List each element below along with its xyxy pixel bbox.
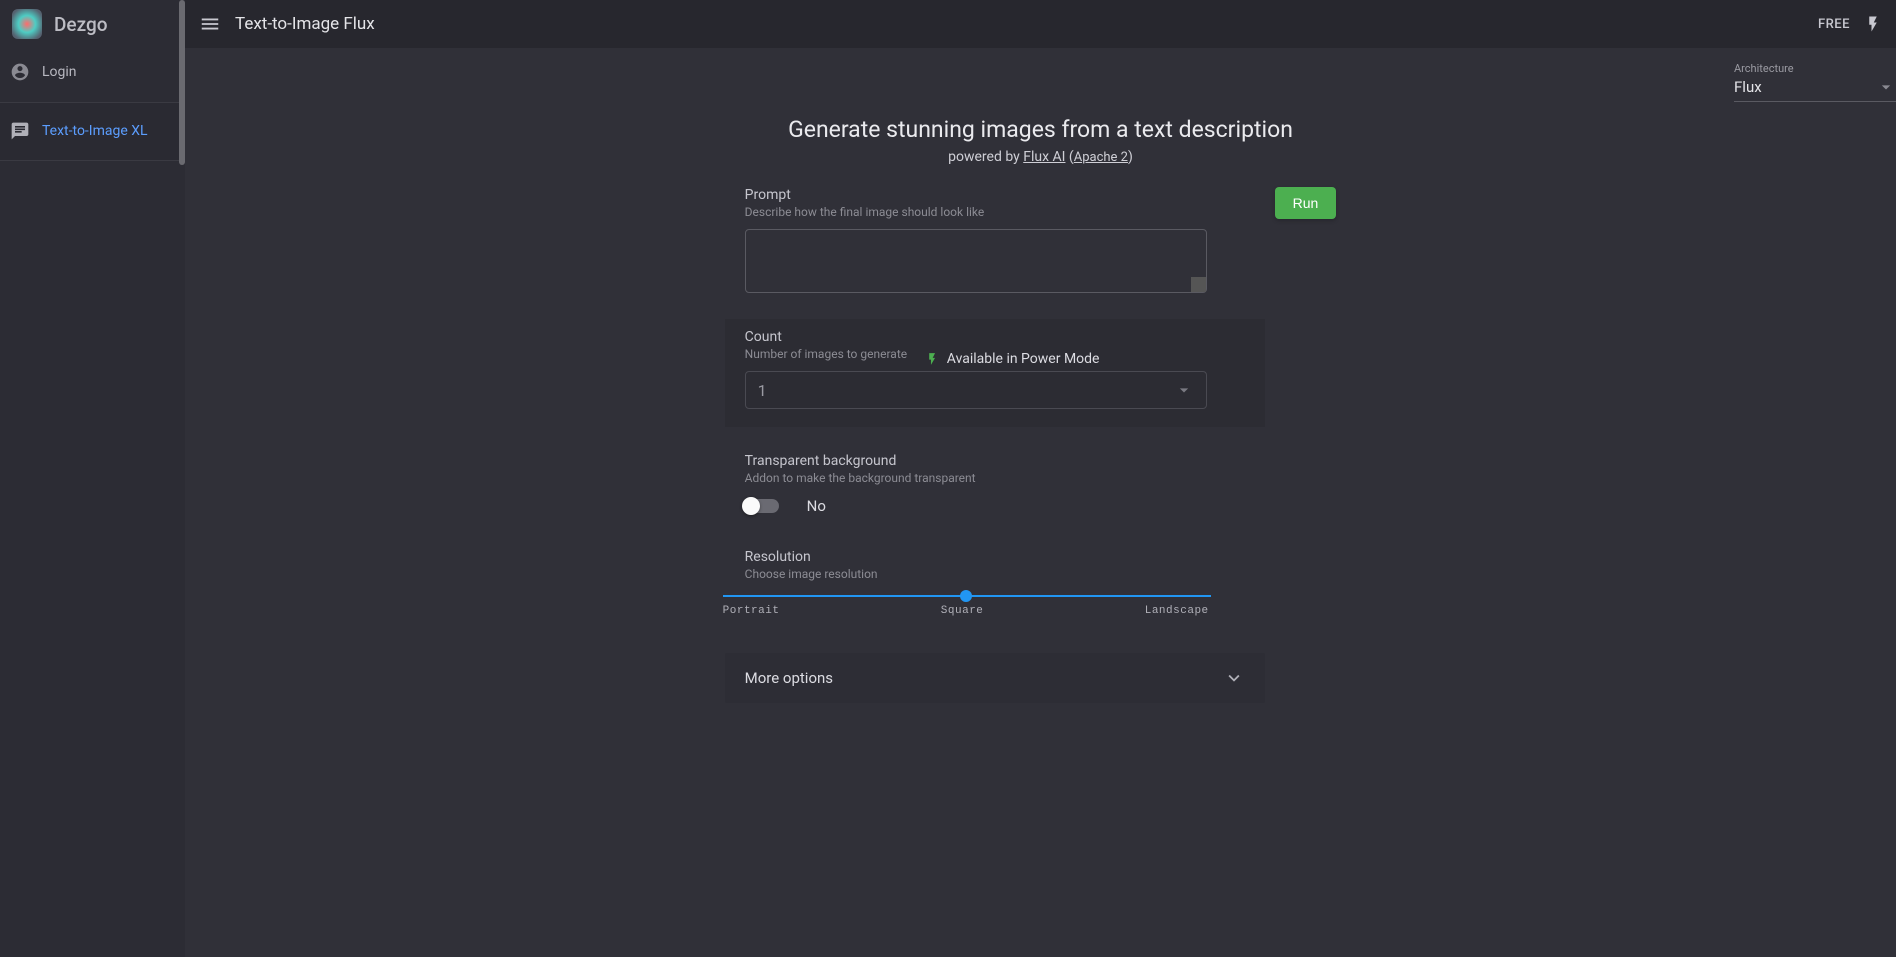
resolution-help: Choose image resolution <box>745 567 1245 581</box>
architecture-value: Flux <box>1734 78 1762 96</box>
slider-thumb[interactable] <box>960 590 972 602</box>
free-badge: FREE <box>1818 17 1850 32</box>
transparent-toggle[interactable] <box>745 499 779 513</box>
form-column: Prompt Describe how the final image shou… <box>745 187 1245 703</box>
run-button[interactable]: Run <box>1275 187 1337 219</box>
topbar: Text-to-Image Flux FREE <box>185 0 1896 48</box>
login-label: Login <box>42 64 77 80</box>
transparent-label: Transparent background <box>745 453 1245 469</box>
chevron-down-icon <box>1223 667 1245 689</box>
hero-title: Generate stunning images from a text des… <box>205 116 1876 143</box>
login-button[interactable]: Login <box>0 48 185 96</box>
brand-name: Dezgo <box>54 13 108 36</box>
count-select[interactable]: 1 <box>745 371 1207 409</box>
hero-powered-prefix: powered by <box>948 149 1023 165</box>
chevron-down-icon <box>1876 77 1896 97</box>
hero-subtitle: powered by Flux AI (Apache 2) <box>205 149 1876 165</box>
chevron-down-icon <box>1174 380 1194 400</box>
slider-label-square: Square <box>941 605 984 617</box>
power-mode-label: Available in Power Mode <box>947 351 1100 367</box>
page-title: Text-to-Image Flux <box>235 14 375 34</box>
transparent-value: No <box>807 497 826 515</box>
resolution-slider[interactable]: Portrait Square Landscape <box>723 595 1209 617</box>
slider-label-portrait: Portrait <box>723 605 780 617</box>
logo-icon <box>12 9 42 39</box>
sidebar-item-text-to-image-xl[interactable]: Text-to-Image XL <box>0 103 185 160</box>
prompt-label: Prompt <box>745 187 1245 203</box>
sidebar-item-label: Text-to-Image XL <box>42 123 148 139</box>
divider <box>0 160 185 161</box>
more-options-label: More options <box>745 669 833 687</box>
menu-icon[interactable] <box>199 13 221 35</box>
run-column: Run <box>1275 187 1337 703</box>
bolt-icon[interactable] <box>1864 15 1882 33</box>
paren-open: ( <box>1065 149 1073 165</box>
architecture-select[interactable]: Architecture Flux <box>1734 62 1896 102</box>
slider-label-landscape: Landscape <box>1145 605 1209 617</box>
switch-thumb <box>742 497 760 515</box>
resolution-label: Resolution <box>745 549 1245 565</box>
apache-link[interactable]: Apache 2 <box>1074 150 1128 165</box>
power-mode-badge: Available in Power Mode <box>925 351 1100 367</box>
resolution-field: Resolution Choose image resolution P <box>745 549 1245 617</box>
architecture-label: Architecture <box>1734 62 1896 75</box>
prompt-help: Describe how the final image should look… <box>745 205 1245 219</box>
transparent-field: Transparent background Addon to make the… <box>745 453 1245 515</box>
flux-link[interactable]: Flux AI <box>1023 149 1065 165</box>
bolt-icon <box>925 352 939 366</box>
chat-icon <box>10 121 30 141</box>
main: Text-to-Image Flux FREE Architecture Flu… <box>185 0 1896 957</box>
prompt-field: Prompt Describe how the final image shou… <box>745 187 1245 297</box>
count-label: Count <box>745 329 1245 345</box>
sidebar-header[interactable]: Dezgo <box>0 0 185 48</box>
sidebar: Dezgo Login Text-to-Image XL <box>0 0 185 957</box>
account-icon <box>10 62 30 82</box>
transparent-help: Addon to make the background transparent <box>745 471 1245 485</box>
paren-close: ) <box>1128 149 1133 165</box>
count-value: 1 <box>758 381 767 400</box>
more-options-toggle[interactable]: More options <box>725 653 1265 703</box>
hero: Generate stunning images from a text des… <box>205 116 1876 165</box>
prompt-input[interactable] <box>745 229 1207 293</box>
count-field: Count Number of images to generate Avail… <box>725 319 1265 427</box>
content: Architecture Flux Generate stunning imag… <box>185 48 1896 957</box>
